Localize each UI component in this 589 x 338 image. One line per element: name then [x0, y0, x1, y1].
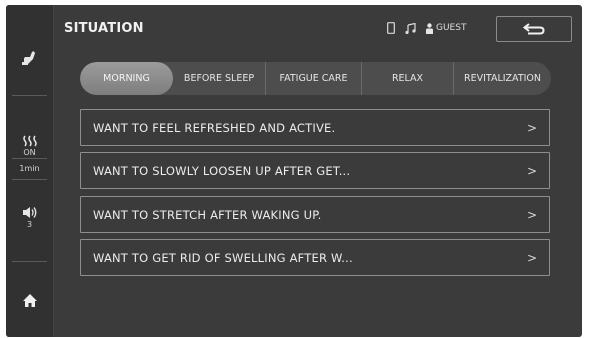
list-item-label: WANT TO GET RID OF SWELLING AFTER W... — [93, 250, 353, 265]
home-icon — [22, 293, 37, 307]
sidebar-divider — [12, 179, 47, 180]
chevron-right-icon: > — [526, 120, 537, 135]
speaker-icon — [22, 207, 36, 218]
status-bar: GUEST — [387, 22, 466, 34]
tab-relax[interactable]: RELAX — [362, 62, 454, 95]
heat-icon — [22, 135, 37, 146]
tab-revitalization[interactable]: REVITALIZATION — [454, 62, 551, 95]
page-title: SITUATION — [64, 21, 144, 36]
seat-icon — [21, 51, 35, 65]
phone-icon — [387, 22, 395, 34]
home-button[interactable] — [6, 289, 53, 311]
list-item-label: WANT TO SLOWLY LOOSEN UP AFTER GET... — [93, 163, 351, 178]
heat-timer-label: 1min — [19, 163, 40, 173]
back-button[interactable] — [496, 16, 572, 42]
user-indicator[interactable]: GUEST — [426, 22, 467, 34]
tab-morning[interactable]: MORNING — [80, 62, 173, 95]
volume-button[interactable]: 3 — [6, 201, 53, 235]
chevron-right-icon: > — [526, 163, 537, 178]
list-item-label: WANT TO STRETCH AFTER WAKING UP. — [93, 207, 322, 222]
app-window: ON 1min 3 SITUATION GUEST MORNING BEFORE… — [6, 5, 582, 337]
sidebar: ON 1min 3 — [6, 5, 54, 337]
music-icon — [405, 22, 416, 34]
user-icon — [426, 22, 433, 34]
sidebar-divider — [12, 95, 47, 96]
tab-fatigue-care[interactable]: FATIGUE CARE — [266, 62, 362, 95]
sidebar-divider — [12, 261, 47, 262]
list-item[interactable]: WANT TO FEEL REFRESHED AND ACTIVE. > — [80, 109, 550, 146]
list-item-label: WANT TO FEEL REFRESHED AND ACTIVE. — [93, 120, 336, 135]
list-item[interactable]: WANT TO STRETCH AFTER WAKING UP. > — [80, 196, 550, 233]
chevron-right-icon: > — [526, 250, 537, 265]
back-arrow-icon — [523, 23, 545, 35]
situation-tabs: MORNING BEFORE SLEEP FATIGUE CARE RELAX … — [80, 62, 551, 95]
chevron-right-icon: > — [526, 207, 537, 222]
list-item[interactable]: WANT TO GET RID OF SWELLING AFTER W... > — [80, 239, 550, 276]
heat-timer[interactable]: 1min — [6, 158, 53, 178]
seat-mode-button[interactable] — [6, 43, 53, 73]
user-name: GUEST — [436, 23, 467, 33]
list-item[interactable]: WANT TO SLOWLY LOOSEN UP AFTER GET... > — [80, 152, 550, 189]
tab-before-sleep[interactable]: BEFORE SLEEP — [173, 62, 266, 95]
volume-level: 3 — [26, 220, 33, 229]
heat-status: ON — [23, 147, 36, 157]
